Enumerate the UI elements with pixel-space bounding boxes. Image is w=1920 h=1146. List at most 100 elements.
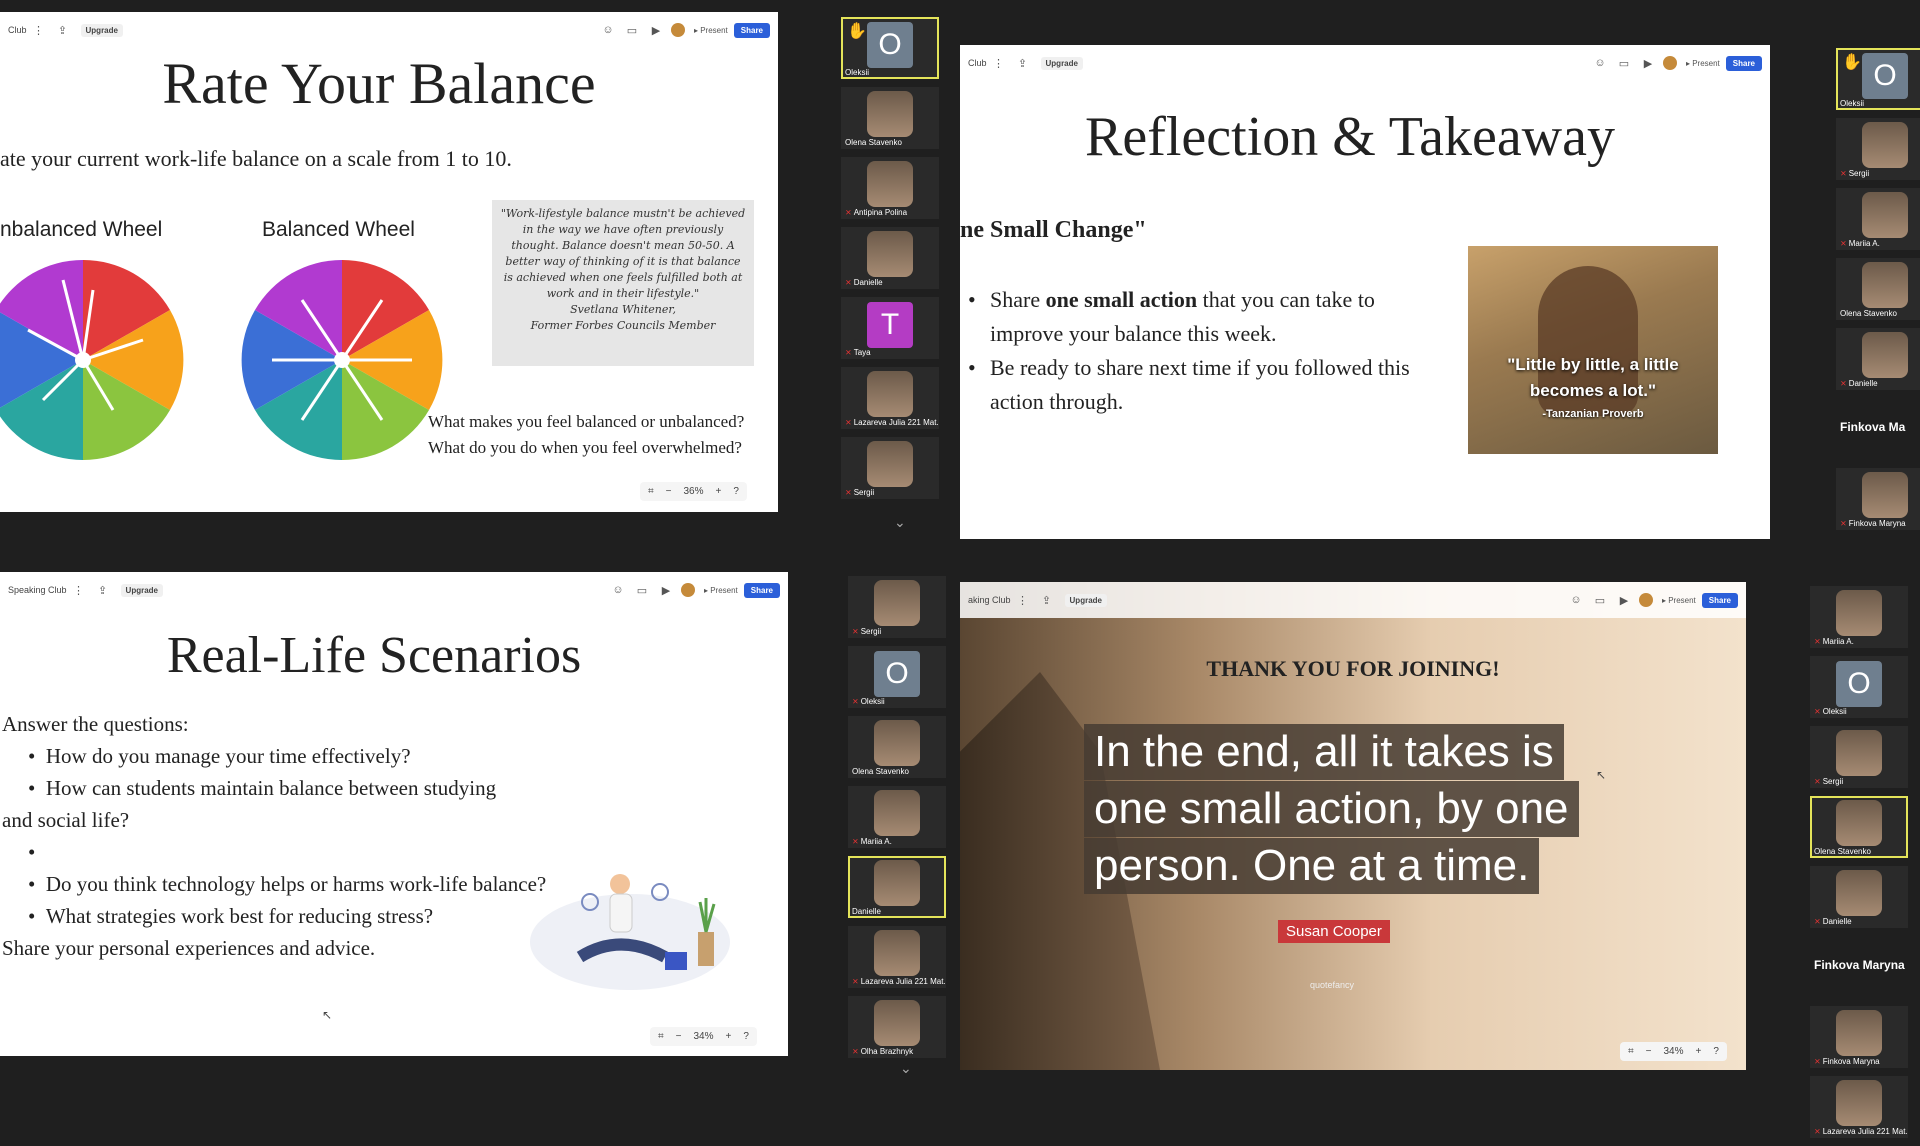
help-icon[interactable]: ?: [733, 486, 739, 497]
participant-tile[interactable]: ⨯ Sergii: [848, 576, 946, 638]
participant-tile[interactable]: ⨯ Danielle: [841, 227, 939, 289]
participant-tile[interactable]: ⨯ Finkova Maryna: [1836, 468, 1920, 530]
zoom-in-button[interactable]: +: [1696, 1046, 1702, 1057]
upgrade-button[interactable]: Upgrade: [120, 583, 163, 597]
zoom-in-button[interactable]: +: [716, 486, 722, 497]
participant-tile[interactable]: O ⨯ Oleksii: [1810, 656, 1908, 718]
zoom-out-button[interactable]: −: [676, 1031, 682, 1042]
more-menu-icon[interactable]: ⋮: [31, 22, 47, 38]
avatar[interactable]: [1638, 593, 1653, 607]
upgrade-button[interactable]: Upgrade: [1040, 56, 1083, 70]
participant-tile[interactable]: ⨯ Mariia A.: [1836, 188, 1920, 250]
participant-name-text: Finkova Maryna: [1848, 519, 1906, 528]
participant-tile[interactable]: ⨯ Sergii: [1836, 118, 1920, 180]
participant-tile[interactable]: ⨯ Sergii: [1810, 726, 1908, 788]
avatar[interactable]: [670, 23, 685, 37]
avatar[interactable]: [680, 583, 695, 597]
participant-tile[interactable]: ⨯ Lazareva Julia 221 Mat...: [841, 367, 939, 429]
participant-tile[interactable]: O ⨯ Oleksii: [848, 646, 946, 708]
upgrade-button[interactable]: Upgrade: [80, 23, 123, 37]
board-name[interactable]: Speaking Club: [8, 585, 67, 595]
participant-tile[interactable]: ⨯ Antipina Polina: [841, 157, 939, 219]
share-button[interactable]: Share: [1725, 55, 1762, 71]
comment-icon[interactable]: ▭: [1616, 55, 1632, 71]
muted-mic-icon: ⨯: [845, 418, 852, 427]
participant-name: Danielle: [852, 907, 881, 916]
participant-tile[interactable]: ⨯ Sergii: [841, 437, 939, 499]
fit-icon[interactable]: ⌗: [658, 1031, 664, 1042]
participant-initial: T: [867, 302, 913, 348]
video-icon[interactable]: ▶: [648, 22, 664, 38]
participant-tile[interactable]: Olena Stavenko: [1810, 796, 1908, 858]
more-menu-icon[interactable]: ⋮: [71, 582, 87, 598]
participant-name: ⨯ Danielle: [1814, 917, 1852, 926]
video-icon[interactable]: ▶: [658, 582, 674, 598]
avatar[interactable]: [1662, 56, 1677, 70]
video-icon[interactable]: ▶: [1616, 592, 1632, 608]
quote-line-2: one small action, by one: [1084, 781, 1579, 837]
reactions-icon[interactable]: ☺: [1568, 592, 1584, 608]
participant-name-text: Antipina Polina: [853, 208, 908, 217]
board-name[interactable]: Club: [8, 25, 27, 35]
share-button[interactable]: Share: [1701, 592, 1738, 608]
participant-tile[interactable]: Olena Stavenko: [841, 87, 939, 149]
help-icon[interactable]: ?: [1713, 1046, 1719, 1057]
participant-tile[interactable]: ⨯ Mariia A.: [848, 786, 946, 848]
participant-tile[interactable]: ⨯ Danielle: [1836, 328, 1920, 390]
participant-tile[interactable]: T ⨯ Taya: [841, 297, 939, 359]
share-button[interactable]: Share: [743, 582, 780, 598]
scroll-down-chevron[interactable]: ⌄: [894, 514, 906, 531]
scroll-down-chevron[interactable]: ⌄: [900, 1060, 912, 1077]
participant-name: ⨯ Lazareva Julia 221 Mat...: [845, 418, 939, 427]
participant-tile[interactable]: Danielle: [848, 856, 946, 918]
fit-icon[interactable]: ⌗: [1628, 1046, 1634, 1057]
present-button[interactable]: ▸ Present: [1662, 596, 1696, 605]
zoom-out-button[interactable]: −: [1646, 1046, 1652, 1057]
present-button[interactable]: ▸ Present: [704, 586, 738, 595]
present-button[interactable]: ▸ Present: [1686, 59, 1720, 68]
present-button[interactable]: ▸ Present: [694, 26, 728, 35]
export-icon[interactable]: ⇪: [55, 22, 71, 38]
fit-icon[interactable]: ⌗: [648, 486, 654, 497]
participant-name-text: Danielle: [1848, 379, 1878, 388]
board-name[interactable]: Club: [968, 58, 987, 68]
board-name[interactable]: aking Club: [968, 595, 1011, 605]
participant-tile[interactable]: Finkova Ma: [1836, 398, 1920, 460]
participant-tile[interactable]: ⨯ Mariia A.: [1810, 586, 1908, 648]
participant-tile[interactable]: O ✋ Oleksii: [841, 17, 939, 79]
zoom-level: 36%: [683, 486, 704, 497]
help-icon[interactable]: ?: [743, 1031, 749, 1042]
participant-tile[interactable]: Olena Stavenko: [848, 716, 946, 778]
participant-name-text: Taya: [853, 348, 871, 357]
participant-name-text: Oleksii: [845, 68, 870, 77]
participant-name: ⨯ Oleksii: [852, 697, 885, 706]
question-2: What do you do when you feel overwhelmed…: [428, 438, 742, 457]
participant-tile[interactable]: ⨯ Lazareva Julia 221 Mat...: [848, 926, 946, 988]
participant-tile[interactable]: Olena Stavenko: [1836, 258, 1920, 320]
share-button[interactable]: Share: [733, 22, 770, 38]
reactions-icon[interactable]: ☺: [600, 22, 616, 38]
participant-tile[interactable]: ⨯ Danielle: [1810, 866, 1908, 928]
export-icon[interactable]: ⇪: [95, 582, 111, 598]
participant-tile[interactable]: ⨯ Finkova Maryna: [1810, 1006, 1908, 1068]
reactions-icon[interactable]: ☺: [1592, 55, 1608, 71]
participant-name: ⨯ Danielle: [1840, 379, 1878, 388]
comment-icon[interactable]: ▭: [624, 22, 640, 38]
participant-tile[interactable]: ⨯ Olha Brazhnyk: [848, 996, 946, 1058]
zoom-in-button[interactable]: +: [726, 1031, 732, 1042]
participant-tile[interactable]: O ✋ Oleksii: [1836, 48, 1920, 110]
export-icon[interactable]: ⇪: [1015, 55, 1031, 71]
comment-icon[interactable]: ▭: [1592, 592, 1608, 608]
video-icon[interactable]: ▶: [1640, 55, 1656, 71]
participant-tile[interactable]: Finkova Maryna: [1810, 936, 1908, 998]
balanced-wheel-image: [241, 259, 443, 461]
more-menu-icon[interactable]: ⋮: [991, 55, 1007, 71]
export-icon[interactable]: ⇪: [1039, 592, 1055, 608]
reactions-icon[interactable]: ☺: [610, 582, 626, 598]
more-menu-icon[interactable]: ⋮: [1015, 592, 1031, 608]
upgrade-button[interactable]: Upgrade: [1064, 593, 1107, 607]
zoom-out-button[interactable]: −: [666, 486, 672, 497]
comment-icon[interactable]: ▭: [634, 582, 650, 598]
participant-tile[interactable]: ⨯ Lazareva Julia 221 Mat...: [1810, 1076, 1908, 1138]
bullet-empty: •: [28, 840, 36, 864]
